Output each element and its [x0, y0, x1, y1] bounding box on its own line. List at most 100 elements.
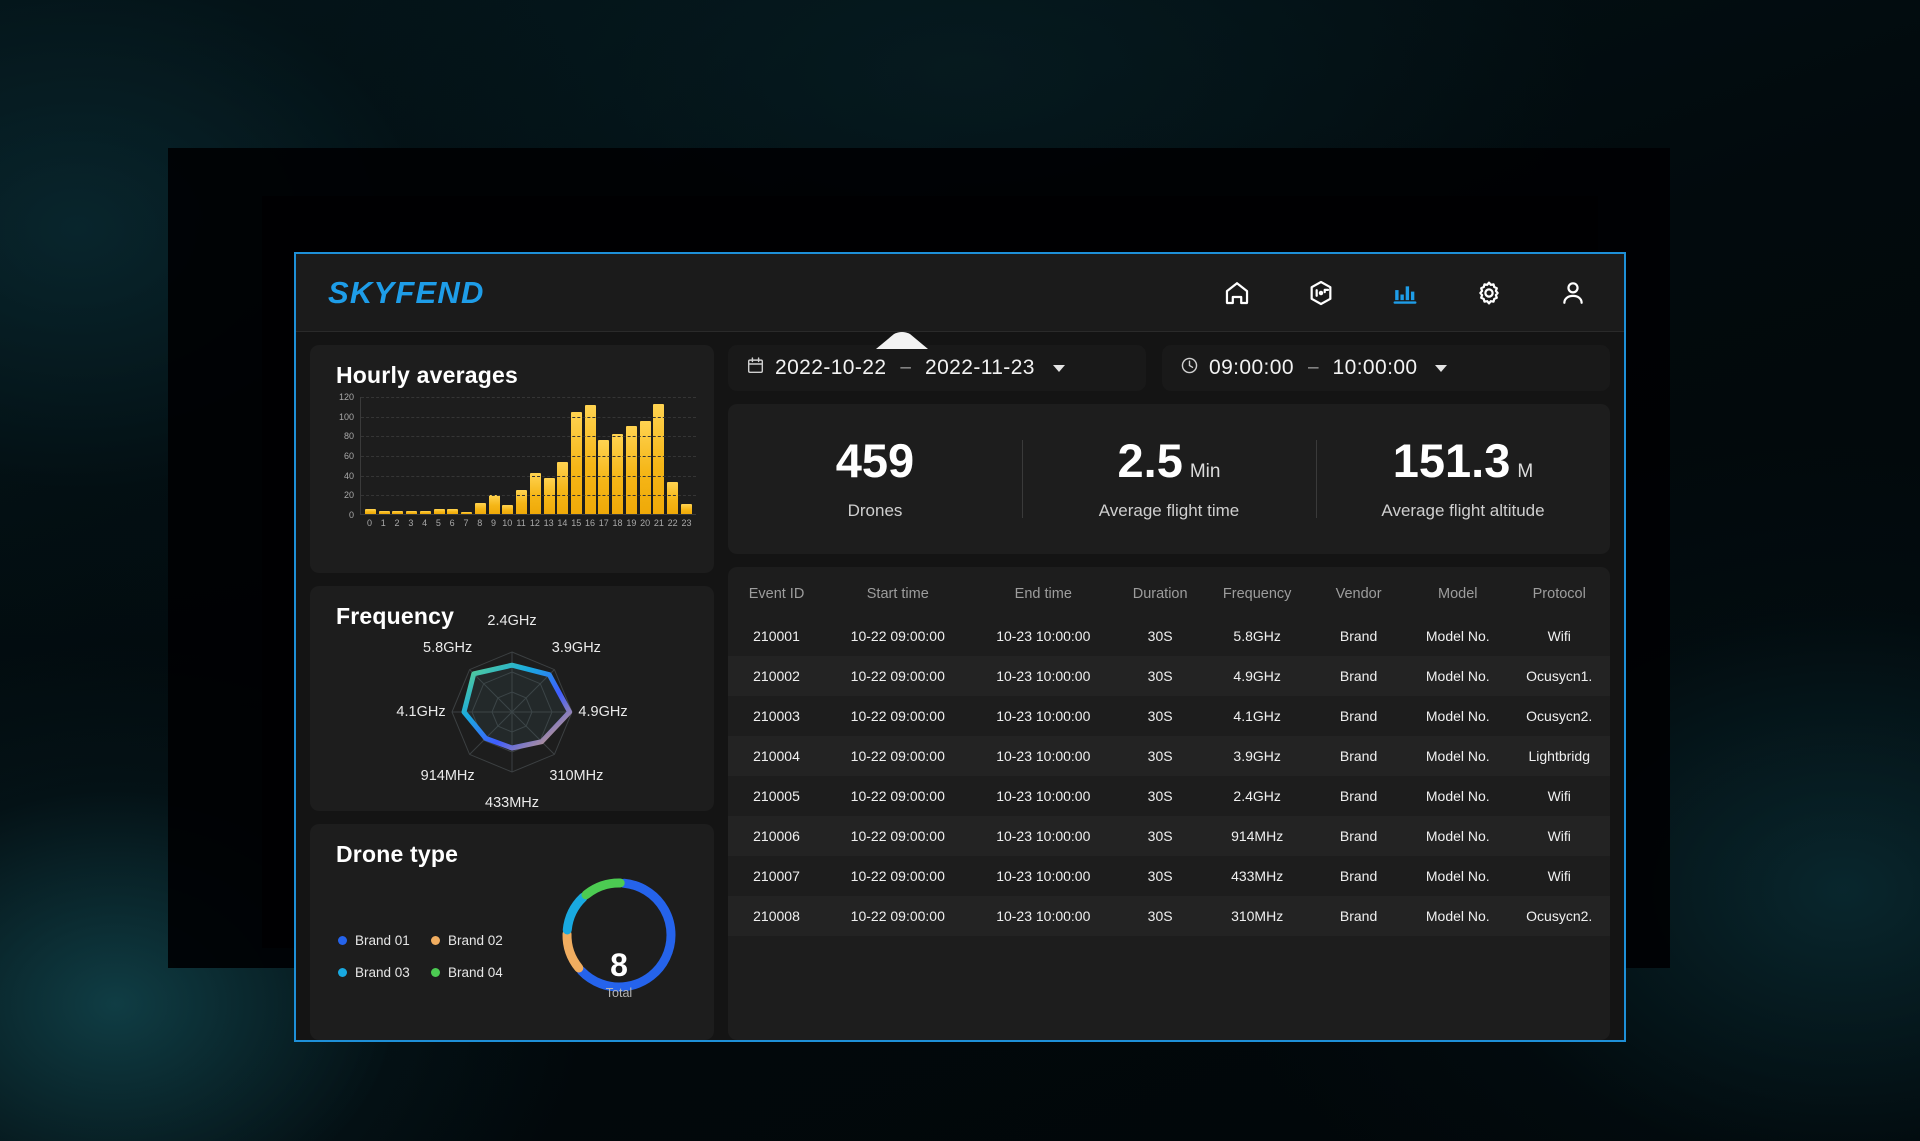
left-column: Hourly averages 0 20 40 60 80 100 120 01234567…	[310, 345, 714, 1040]
time-range-picker[interactable]: 09:00:00 – 10:00:00	[1162, 345, 1610, 391]
bar-chart-x-tick: 11	[516, 518, 526, 528]
table-cell: 30S	[1147, 708, 1173, 724]
donut-total-value: 8	[610, 947, 628, 983]
nav-item-home[interactable]	[1220, 276, 1254, 310]
bar-chart-x-tick: 3	[408, 518, 414, 528]
table-cell: Model No.	[1425, 748, 1490, 764]
table-cell: 2.4GHz	[1233, 788, 1281, 804]
bar-chart-gridline	[361, 456, 696, 457]
bar-chart-bar	[653, 403, 665, 514]
table-row[interactable]: 210005 10-22 09:00:00 10-23 10:00:00 30S 2.4…	[728, 776, 1610, 816]
bar-chart-y-tick: 60	[343, 451, 354, 461]
table-cell: Model No.	[1425, 708, 1490, 724]
table-column-header[interactable]: Duration	[1116, 569, 1204, 616]
bar-chart-bar	[461, 512, 473, 514]
filter-bar: 2022-10-22 – 2022-11-23 09:00:00 – 10:00…	[728, 332, 1610, 391]
nav-item-account[interactable]	[1556, 276, 1590, 310]
table-cell: 10-23 10:00:00	[996, 828, 1091, 844]
bar-chart-bar	[474, 503, 486, 514]
table-row[interactable]: 210001 10-22 09:00:00 10-23 10:00:00 30S 5.8…	[728, 616, 1610, 656]
panel-title-drone-type: Drone type	[336, 841, 459, 867]
drone-type-legend-item[interactable]: Brand 02	[431, 933, 524, 948]
table-column-header[interactable]: End time	[971, 569, 1117, 616]
table-cell: 433MHz	[1231, 868, 1284, 884]
app-header: SKYFEND	[296, 254, 1624, 332]
kpi-card: 459 Drones	[728, 437, 1022, 521]
legend-color-dot	[431, 967, 440, 977]
radar-axis-label: 4.9GHz	[578, 704, 628, 720]
bar-chart-x-tick: 1	[380, 518, 386, 528]
table-column-header[interactable]: Protocol	[1509, 569, 1611, 616]
bar-chart-bar	[612, 434, 624, 514]
events-table-body: 210001 10-22 09:00:00 10-23 10:00:00 30S 5.8…	[728, 616, 1610, 936]
table-cell: Wifi	[1547, 628, 1571, 644]
table-row[interactable]: 210003 10-22 09:00:00 10-23 10:00:00 30S 4.1…	[728, 696, 1610, 736]
bar-chart-x-tick: 22	[667, 518, 678, 528]
bar-chart-x-tick: 23	[681, 518, 692, 528]
table-cell: Brand	[1339, 788, 1378, 804]
donut-segment	[581, 878, 625, 900]
kpi-summary-panel: 459 Drones 2.5 Min Average flight time 151.3 M…	[728, 404, 1610, 554]
bar-chart-x-tick: 20	[640, 518, 651, 528]
kpi-label: Average flight altitude	[1381, 501, 1545, 520]
table-cell: Wifi	[1547, 868, 1571, 884]
user-icon	[1559, 279, 1587, 307]
nav-item-settings[interactable]	[1472, 276, 1506, 310]
kpi-label: Average flight time	[1098, 501, 1240, 520]
table-cell: 30S	[1147, 668, 1173, 684]
table-column-header[interactable]: Event ID	[728, 569, 825, 616]
table-cell: 30S	[1147, 628, 1173, 644]
kpi-unit: Min	[1189, 461, 1221, 482]
date-end-value: 2022-11-23	[925, 356, 1035, 379]
table-cell: 10-22 09:00:00	[850, 708, 945, 724]
table-cell: 10-22 09:00:00	[850, 788, 945, 804]
bar-chart-y-axis: 0 20 40 60 80 100 120	[324, 392, 358, 520]
frequency-radar-chart: 2.4GHz 3.9GHz 4.9GHz 310MHz 433MHz 914MHz 4.1G…	[310, 613, 714, 811]
table-row[interactable]: 210007 10-22 09:00:00 10-23 10:00:00 30S 433…	[728, 856, 1610, 896]
table-cell: Brand	[1339, 628, 1378, 644]
collapse-chevron-icon[interactable]	[876, 332, 928, 349]
table-column-header[interactable]: Vendor	[1310, 569, 1407, 616]
bar-chart-bar	[529, 472, 541, 514]
table-column-header[interactable]: Frequency	[1204, 569, 1310, 616]
time-dropdown-caret-icon[interactable]	[1435, 364, 1448, 372]
time-start-value: 09:00:00	[1209, 356, 1294, 379]
radar-axis-label: 914MHz	[420, 768, 475, 785]
table-cell: 3.9GHz	[1233, 748, 1281, 764]
drone-type-legend-item[interactable]: Brand 01	[338, 933, 431, 948]
bar-chart-bar	[488, 495, 500, 514]
donut-center-label: 8 Total	[606, 949, 632, 1000]
table-cell: 10-22 09:00:00	[850, 748, 945, 764]
date-start-value: 2022-10-22	[775, 356, 887, 379]
table-row[interactable]: 210002 10-22 09:00:00 10-23 10:00:00 30S 4.9…	[728, 656, 1610, 696]
table-row[interactable]: 210008 10-22 09:00:00 10-23 10:00:00 30S 310…	[728, 896, 1610, 936]
table-column-header[interactable]: Model	[1407, 569, 1508, 616]
bar-chart-bar	[625, 426, 637, 514]
kpi-value: 2.5 Min	[1022, 437, 1316, 484]
drone-type-legend-item[interactable]: Brand 04	[431, 965, 524, 980]
radar-axis-label: 433MHz	[485, 795, 539, 811]
date-dropdown-caret-icon[interactable]	[1052, 364, 1065, 372]
right-column: 2022-10-22 – 2022-11-23 09:00:00 – 10:00…	[728, 332, 1611, 1040]
table-cell: 10-22 09:00:00	[850, 908, 945, 924]
bar-chart-gridline	[361, 475, 696, 477]
nav-item-statistics[interactable]	[1388, 276, 1422, 310]
table-cell: 10-23 10:00:00	[996, 748, 1091, 764]
table-cell: 10-22 09:00:00	[850, 828, 945, 844]
table-cell: Model No.	[1425, 628, 1490, 644]
legend-label: Brand 01	[355, 932, 410, 948]
drone-type-legend-item[interactable]: Brand 03	[338, 965, 431, 980]
kpi-number: 151.3	[1392, 434, 1511, 487]
table-row[interactable]: 210006 10-22 09:00:00 10-23 10:00:00 30S 914…	[728, 816, 1610, 856]
table-row[interactable]: 210004 10-22 09:00:00 10-23 10:00:00 30S 3.9…	[728, 736, 1610, 776]
table-column-header[interactable]: Start time	[825, 569, 971, 616]
bar-chart-bar	[571, 411, 583, 514]
radar-axis-label: 5.8GHz	[423, 639, 473, 656]
nav-item-detection[interactable]	[1304, 276, 1338, 310]
table-cell: 10-23 10:00:00	[996, 788, 1091, 804]
bar-chart-x-tick: 5	[435, 518, 441, 528]
table-cell: 30S	[1147, 788, 1173, 804]
bar-chart-bar	[516, 490, 528, 514]
table-cell: Wifi	[1547, 788, 1571, 804]
date-range-picker[interactable]: 2022-10-22 – 2022-11-23	[728, 345, 1146, 391]
